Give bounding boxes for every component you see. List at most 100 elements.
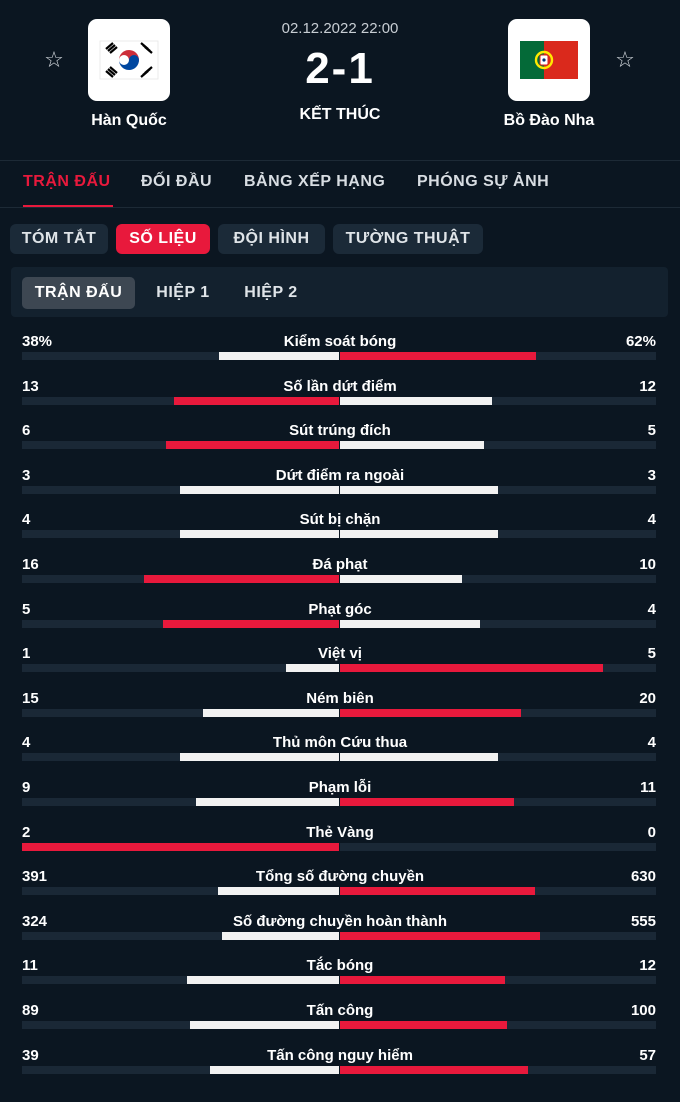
stat-label: Sút trúng đích [289, 422, 391, 440]
away-bar-track [340, 664, 656, 673]
away-bar-fill [340, 396, 492, 405]
stat-row: 89 Tấn công 100 [0, 1001, 680, 1045]
favorite-away-star-icon[interactable]: ☆ [613, 48, 637, 72]
home-bar-fill [22, 842, 339, 851]
home-bar-fill [203, 708, 339, 717]
home-bar-fill [286, 664, 339, 673]
stat-row: 4 Thủ môn Cứu thua 4 [0, 733, 680, 777]
away-bar-track [340, 798, 656, 806]
stat-away-value: 12 [639, 957, 656, 975]
stat-row: 3 Dứt điểm ra ngoài 3 [0, 466, 680, 510]
away-bar-fill [340, 352, 536, 360]
home-bar-track [22, 798, 339, 806]
home-bar-track [22, 753, 339, 762]
home-bar-track [22, 1021, 339, 1029]
stat-row: 9 Phạm lỗi 11 [0, 778, 680, 822]
stat-label: Kiểm soát bóng [283, 333, 397, 350]
subtab-commentary[interactable]: TƯỜNG THUẬT [333, 224, 483, 254]
home-bar-fill [187, 976, 339, 985]
stat-away-value: 630 [630, 868, 656, 886]
stat-label: Thủ môn Cứu thua [272, 734, 408, 752]
tab-match[interactable]: TRẬN ĐẤU [23, 173, 111, 191]
stat-label: Phạt góc [308, 600, 372, 618]
away-bar-fill [340, 798, 514, 806]
away-team-logo[interactable] [508, 19, 590, 101]
subtab-summary[interactable]: TÓM TẮT [10, 224, 108, 254]
home-bar-track [22, 352, 339, 360]
home-bar-fill [196, 798, 339, 806]
subtab-lineups[interactable]: ĐỘI HÌNH [218, 224, 325, 254]
stat-away-value: 0 [647, 823, 656, 841]
home-bar-track [22, 931, 339, 940]
away-bar-track [340, 441, 656, 450]
stat-away-value: 10 [639, 556, 656, 573]
home-bar-track [22, 396, 339, 405]
away-bar-fill [340, 575, 462, 583]
stat-row: 13 Số lần dứt điểm 12 [0, 377, 680, 421]
stat-away-value: 20 [639, 689, 656, 707]
stat-away-value: 11 [640, 779, 656, 796]
tabs-divider [0, 207, 680, 208]
away-bar-track [340, 352, 656, 360]
away-bar-track [340, 976, 656, 985]
main-tabs: TRẬN ĐẤU ĐỐI ĐẦU BẢNG XẾP HẠNG PHÓNG SỰ … [0, 161, 680, 208]
away-bar-fill [340, 664, 603, 673]
away-team-name[interactable]: Bồ Đào Nha [449, 112, 649, 130]
stat-away-value: 4 [647, 734, 656, 752]
period-full-match[interactable]: TRẬN ĐẤU [22, 277, 135, 309]
stat-label: Tổng số đường chuyền [255, 868, 425, 886]
home-bar-track [22, 887, 339, 896]
home-bar-fill [219, 352, 339, 360]
period-first-half[interactable]: HIỆP 1 [145, 277, 221, 309]
stat-label: Dứt điểm ra ngoài [275, 466, 405, 484]
tab-head-to-head[interactable]: ĐỐI ĐẦU [141, 173, 212, 191]
away-bar-track [340, 619, 656, 628]
home-bar-fill [218, 887, 339, 896]
away-bar-track [340, 530, 656, 539]
home-bar-fill [144, 575, 339, 583]
away-bar-track [340, 396, 656, 405]
home-bar-track [22, 441, 339, 450]
stat-label: Phạm lỗi [308, 779, 372, 796]
home-bar-track [22, 1065, 339, 1074]
subtab-statistics[interactable]: SỐ LIỆU [116, 224, 210, 254]
stat-away-value: 5 [647, 422, 656, 440]
away-bar-fill [340, 530, 498, 539]
away-bar-fill [340, 1065, 528, 1074]
away-bar-track [340, 575, 656, 583]
home-bar-track [22, 485, 339, 494]
away-bar-fill [340, 441, 484, 450]
stat-row: 391 Tổng số đường chuyền 630 [0, 867, 680, 911]
home-bar-track [22, 976, 339, 985]
stat-row: 6 Sút trúng đích 5 [0, 421, 680, 465]
home-bar-track [22, 530, 339, 539]
away-bar-fill [340, 1021, 507, 1029]
away-bar-track [340, 485, 656, 494]
stat-row: 4 Sút bị chặn 4 [0, 510, 680, 554]
home-bar-track [22, 664, 339, 673]
away-bar-fill [340, 485, 498, 494]
home-bar-track [22, 708, 339, 717]
home-bar-fill [163, 619, 339, 628]
home-bar-track [22, 575, 339, 583]
match-header: ☆ Hàn Quốc 02.12.2022 22:00 2-1 KẾT THÚC [0, 0, 680, 160]
away-bar-track [340, 753, 656, 762]
home-bar-fill [180, 530, 339, 539]
stat-label: Sút bị chặn [299, 511, 381, 529]
away-bar-fill [340, 619, 480, 628]
tab-photo-report[interactable]: PHÓNG SỰ ẢNH [417, 173, 549, 191]
home-bar-fill [190, 1021, 339, 1029]
away-bar-track [340, 887, 656, 896]
away-bar-fill [340, 887, 535, 896]
stat-row: 324 Số đường chuyền hoàn thành 555 [0, 912, 680, 956]
stat-away-value: 62% [625, 333, 656, 350]
home-bar-fill [222, 931, 339, 940]
tab-standings[interactable]: BẢNG XẾP HẠNG [244, 173, 385, 191]
away-bar-track [340, 1065, 656, 1074]
period-second-half[interactable]: HIỆP 2 [233, 277, 309, 309]
away-bar-track [340, 1021, 656, 1029]
away-bar-fill [340, 708, 521, 717]
away-bar-fill [340, 753, 498, 762]
stat-row: 2 Thẻ Vàng 0 [0, 823, 680, 867]
home-bar-fill [180, 485, 339, 494]
